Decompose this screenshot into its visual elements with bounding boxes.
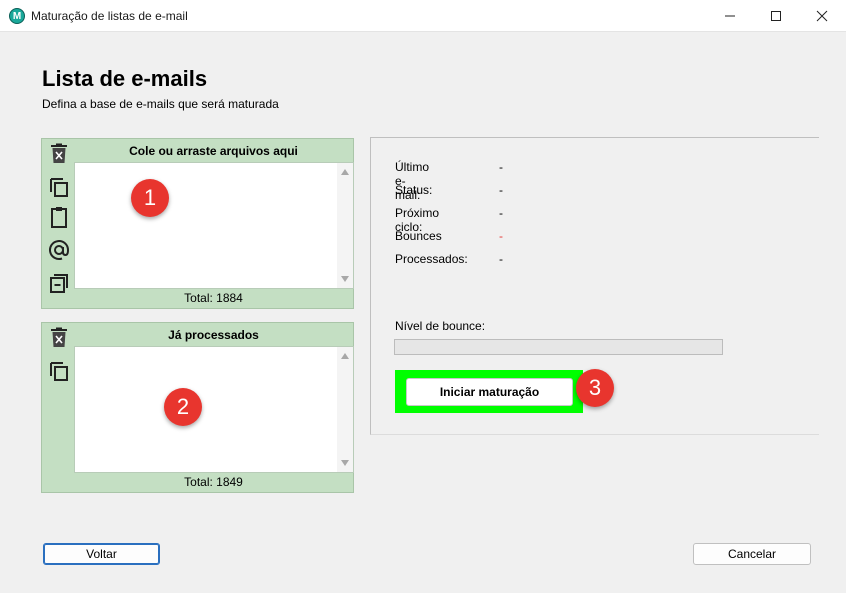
email-input-list[interactable] — [74, 162, 354, 289]
email-input-panel: Cole ou arraste arquivos aqui Total: 188… — [41, 138, 354, 309]
app-logo-icon: M — [9, 8, 25, 24]
scroll-up-arrow-icon[interactable] — [341, 169, 349, 175]
status-value: - — [499, 160, 503, 174]
status-value: - — [499, 183, 503, 197]
annotation-badge-1: 1 — [131, 179, 169, 217]
back-button[interactable]: Voltar — [43, 543, 160, 565]
minimize-icon — [725, 15, 735, 16]
at-sign-icon[interactable] — [48, 239, 70, 261]
close-icon — [816, 10, 828, 21]
delete-icon[interactable] — [48, 327, 70, 349]
copy-icon[interactable] — [48, 176, 70, 198]
title-bar: M Maturação de listas de e-mail — [0, 0, 846, 32]
start-maturation-button[interactable]: Iniciar maturação — [406, 378, 573, 406]
delete-icon[interactable] — [48, 143, 70, 165]
processed-emails-list[interactable] — [74, 346, 354, 473]
processed-total-count: Total: 1849 — [184, 475, 243, 489]
annotation-badge-2: 2 — [164, 388, 202, 426]
minimize-button[interactable] — [707, 0, 753, 31]
processed-list-scrollbar[interactable] — [337, 347, 353, 472]
status-value: - — [499, 252, 503, 266]
start-button-highlight: Iniciar maturação — [395, 370, 583, 413]
processed-panel-header: Já processados — [168, 328, 259, 342]
remove-duplicates-icon[interactable] — [48, 272, 70, 294]
scroll-up-arrow-icon[interactable] — [341, 353, 349, 359]
cancel-button[interactable]: Cancelar — [693, 543, 811, 565]
input-panel-header: Cole ou arraste arquivos aqui — [129, 144, 298, 158]
close-button[interactable] — [799, 0, 845, 31]
maximize-icon — [771, 10, 781, 21]
scroll-down-arrow-icon[interactable] — [341, 276, 349, 282]
input-total-count: Total: 1884 — [184, 291, 243, 305]
annotation-badge-3: 3 — [576, 369, 614, 407]
status-value: - — [499, 206, 503, 220]
status-label: Processados: — [395, 252, 468, 266]
bounce-level-progress-bar — [394, 339, 723, 355]
status-value: - — [499, 229, 503, 243]
status-label: Bounces — [395, 229, 442, 243]
paste-icon[interactable] — [48, 206, 70, 228]
status-label: Status: — [395, 183, 433, 197]
bounce-level-label: Nível de bounce: — [395, 319, 486, 333]
page-title: Lista de e-mails — [42, 66, 208, 91]
copy-icon[interactable] — [48, 360, 70, 382]
maximize-button[interactable] — [753, 0, 799, 31]
input-list-scrollbar[interactable] — [337, 163, 353, 288]
page-subtitle: Defina a base de e-mails que será matura… — [42, 97, 279, 111]
window-title: Maturação de listas de e-mail — [31, 9, 188, 23]
scroll-down-arrow-icon[interactable] — [341, 460, 349, 466]
